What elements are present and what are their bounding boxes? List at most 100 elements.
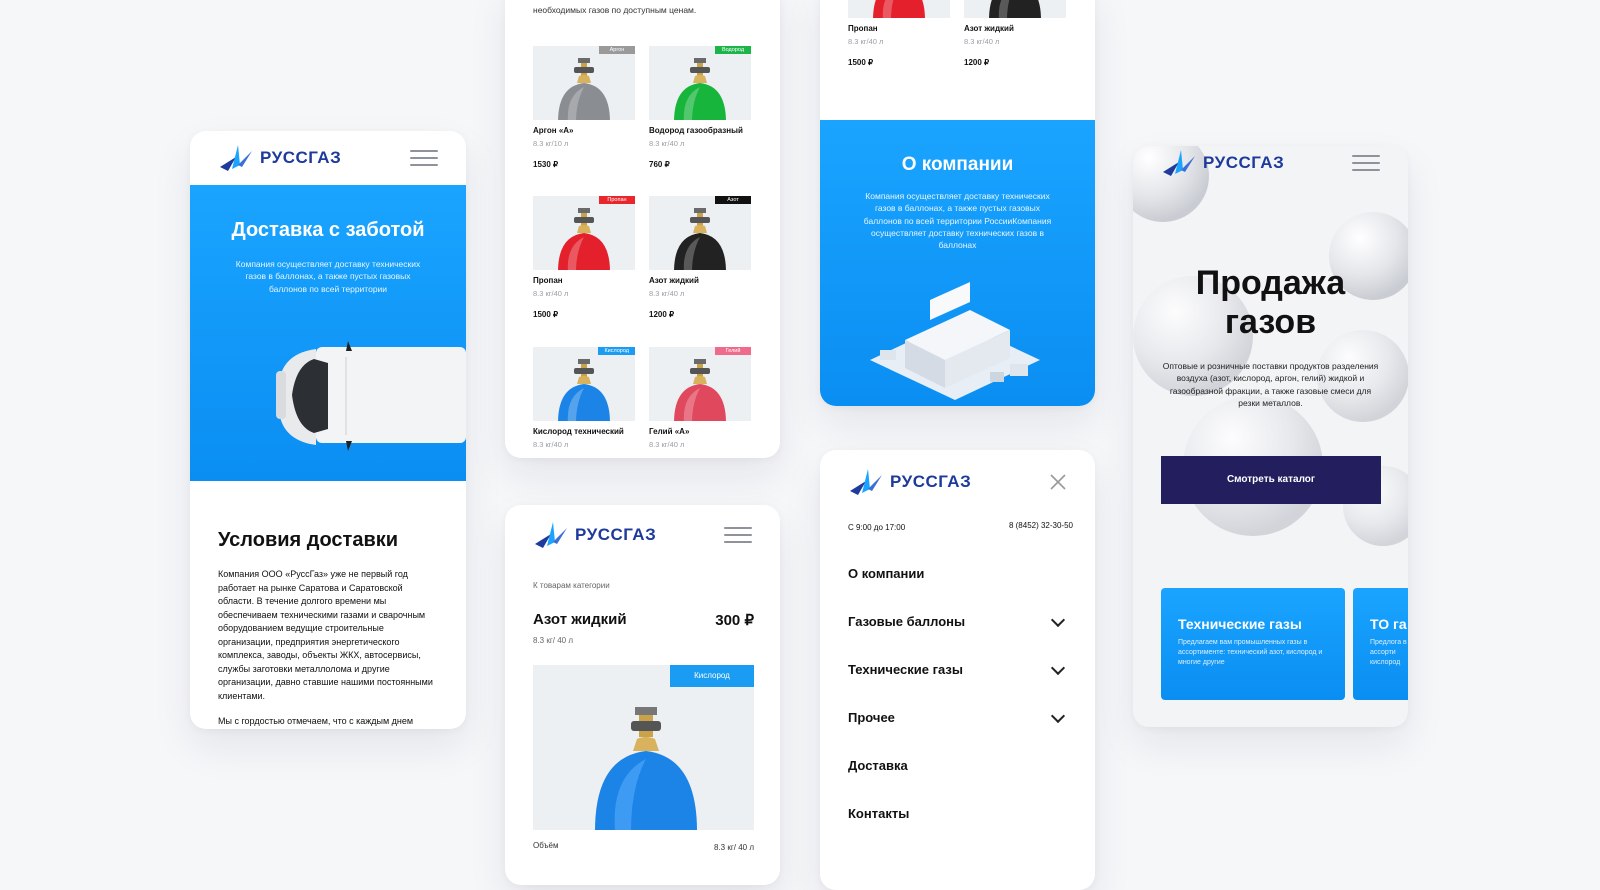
logo[interactable]: РУССГАЗ <box>218 143 341 173</box>
header: РУССГАЗ <box>820 450 1095 514</box>
product-card[interactable]: Гелий Гелий «А» 8.3 кг/40 л <box>649 347 751 449</box>
phone-link[interactable]: 8 (8452) 32-30-50 <box>1009 521 1073 530</box>
product-card[interactable]: Азот Азот жидкий 8.3 кг/40 л 1200 ₽ <box>649 196 751 319</box>
hero-title: Доставка с заботой <box>231 219 425 241</box>
logo-icon <box>850 469 882 495</box>
logo-icon <box>535 522 567 548</box>
product-spec: 8.3 кг/40 л <box>649 139 685 148</box>
intro-text: необходимых газов по доступным ценам. <box>533 5 697 15</box>
product-name: Водород газообразный <box>649 126 743 135</box>
product-name: Гелий «А» <box>649 427 690 436</box>
menu-burger-icon[interactable] <box>410 150 438 166</box>
category-card-technical-gases[interactable]: Технические газы Предлагаем вам промышле… <box>1161 588 1345 700</box>
card-text: Предлога в ассорти кислород <box>1370 639 1407 667</box>
menu-item-about[interactable]: О компании <box>848 566 1067 581</box>
product-price: 300 ₽ <box>715 612 754 629</box>
category-badge: Азот <box>715 196 751 204</box>
product-name: Азот жидкий <box>649 276 699 285</box>
back-link[interactable]: К товарам категории <box>533 581 610 590</box>
cylinder-illustration <box>554 58 614 120</box>
logo-text: РУССГАЗ <box>260 148 342 167</box>
product-price: 1530 ₽ <box>533 160 559 169</box>
chevron-down-icon <box>1050 612 1066 627</box>
hero-title: Продажа газов <box>1195 264 1346 342</box>
menu-item-other[interactable]: Прочее <box>848 708 1067 725</box>
product-card[interactable]: Аргон Аргон «А» 8.3 кг/10 л 1530 ₽ <box>533 46 635 169</box>
logo-text: РУССГАЗ <box>1203 153 1285 172</box>
logo-text: РУССГАЗ <box>890 472 972 491</box>
product-price: 1500 ₽ <box>533 310 559 319</box>
menu-burger-icon[interactable] <box>724 527 752 543</box>
chevron-down-icon <box>1050 708 1066 723</box>
product-card[interactable]: Пропан 8.3 кг/40 л 1500 ₽ <box>848 0 950 67</box>
product-price: 1200 ₽ <box>649 310 675 319</box>
logo[interactable]: РУССГАЗ <box>533 520 656 550</box>
hero-text: Компания осуществляет доставку техническ… <box>235 259 421 294</box>
logo-text: РУССГАЗ <box>575 525 657 544</box>
product-card[interactable]: Пропан Пропан 8.3 кг/40 л 1500 ₽ <box>533 196 635 319</box>
work-hours: С 9:00 до 17:00 <box>848 523 906 532</box>
catalog-button[interactable]: Смотреть каталог <box>1161 456 1381 504</box>
product-image: Кислород <box>533 347 635 421</box>
product-spec: 8.3 кг/ 40 л <box>533 636 573 645</box>
product-price: 760 ₽ <box>649 160 670 169</box>
product-name: Кислород технический <box>533 427 624 436</box>
product-spec: 8.3 кг/40 л <box>964 37 1000 46</box>
product-image: Гелий <box>649 347 751 421</box>
product-name: Пропан <box>533 276 563 285</box>
product-name: Аргон «А» <box>533 126 574 135</box>
volume-value: 8.3 кг/ 40 л <box>714 843 754 852</box>
product-spec: 8.3 кг/40 л <box>533 440 569 449</box>
hero-banner: Доставка с заботой Компания осуществляет… <box>190 185 466 481</box>
logo[interactable]: РУССГАЗ <box>1161 148 1284 178</box>
category-badge: Кислород <box>670 665 754 687</box>
menu-burger-icon[interactable] <box>1352 155 1380 171</box>
product-card[interactable]: Водород Водород газообразный 8.3 кг/40 л 76… <box>649 46 751 169</box>
header: РУССГАЗ <box>190 131 466 185</box>
close-icon[interactable] <box>1049 473 1067 491</box>
category-badge: Водород <box>715 46 751 54</box>
product-image: Пропан <box>533 196 635 270</box>
cylinder-illustration <box>670 208 730 270</box>
menu-item-gas-cylinders[interactable]: Газовые баллоны <box>848 612 1067 629</box>
product-image: Кислород <box>533 665 754 830</box>
chevron-down-icon <box>1050 660 1066 675</box>
cylinder-illustration <box>670 58 730 120</box>
product-spec: 8.3 кг/40 л <box>848 37 884 46</box>
header: РУССГАЗ <box>1133 146 1408 180</box>
category-card-second[interactable]: ТО га Предлога в ассорти кислород <box>1353 588 1408 700</box>
card-title: ТО га <box>1370 616 1407 632</box>
screen-product-grid: необходимых газов по доступным ценам. Ар… <box>505 0 780 458</box>
card-title: Технические газы <box>1178 616 1302 632</box>
menu-item-delivery[interactable]: Доставка <box>848 758 1067 773</box>
cylinder-illustration <box>554 208 614 270</box>
product-name: Пропан <box>848 24 878 33</box>
menu-item-contacts[interactable]: Контакты <box>848 806 1067 821</box>
product-card[interactable]: Азот жидкий 8.3 кг/40 л 1200 ₽ <box>964 0 1066 67</box>
card-text: Предлагаем вам промышленных газы в ассор… <box>1178 639 1323 667</box>
van-illustration <box>276 341 466 451</box>
paragraph-1: Компания ООО «РуссГаз» уже не первый год… <box>218 569 433 701</box>
category-badge: Пропан <box>599 196 635 204</box>
logo-icon <box>220 145 252 171</box>
product-image: Аргон <box>533 46 635 120</box>
screen-home: РУССГАЗ Продажа газов Оптовые и розничны… <box>1133 146 1408 727</box>
section-title: Условия доставки <box>218 529 399 551</box>
category-badge: Гелий <box>715 347 751 355</box>
product-image: Азот <box>649 196 751 270</box>
about-banner: О компании Компания осуществляет доставк… <box>820 120 1095 406</box>
product-spec: 8.3 кг/40 л <box>533 289 569 298</box>
product-image <box>848 0 950 18</box>
logo[interactable]: РУССГАЗ <box>848 467 971 497</box>
product-title: Азот жидкий <box>533 611 627 628</box>
product-card[interactable]: Кислород Кислород технический 8.3 кг/40 л <box>533 347 635 449</box>
about-text: Компания осуществляет доставку техническ… <box>863 191 1052 251</box>
screen-product-detail: РУССГАЗ К товарам категории Азот жидкий … <box>505 505 780 885</box>
category-badge: Аргон <box>599 46 635 54</box>
warehouse-illustration <box>870 282 1040 400</box>
cylinder-illustration <box>985 0 1045 18</box>
product-spec: 8.3 кг/40 л <box>649 440 685 449</box>
product-image <box>964 0 1066 18</box>
cylinder-illustration <box>869 0 929 18</box>
menu-item-technical-gases[interactable]: Технические газы <box>848 660 1067 677</box>
